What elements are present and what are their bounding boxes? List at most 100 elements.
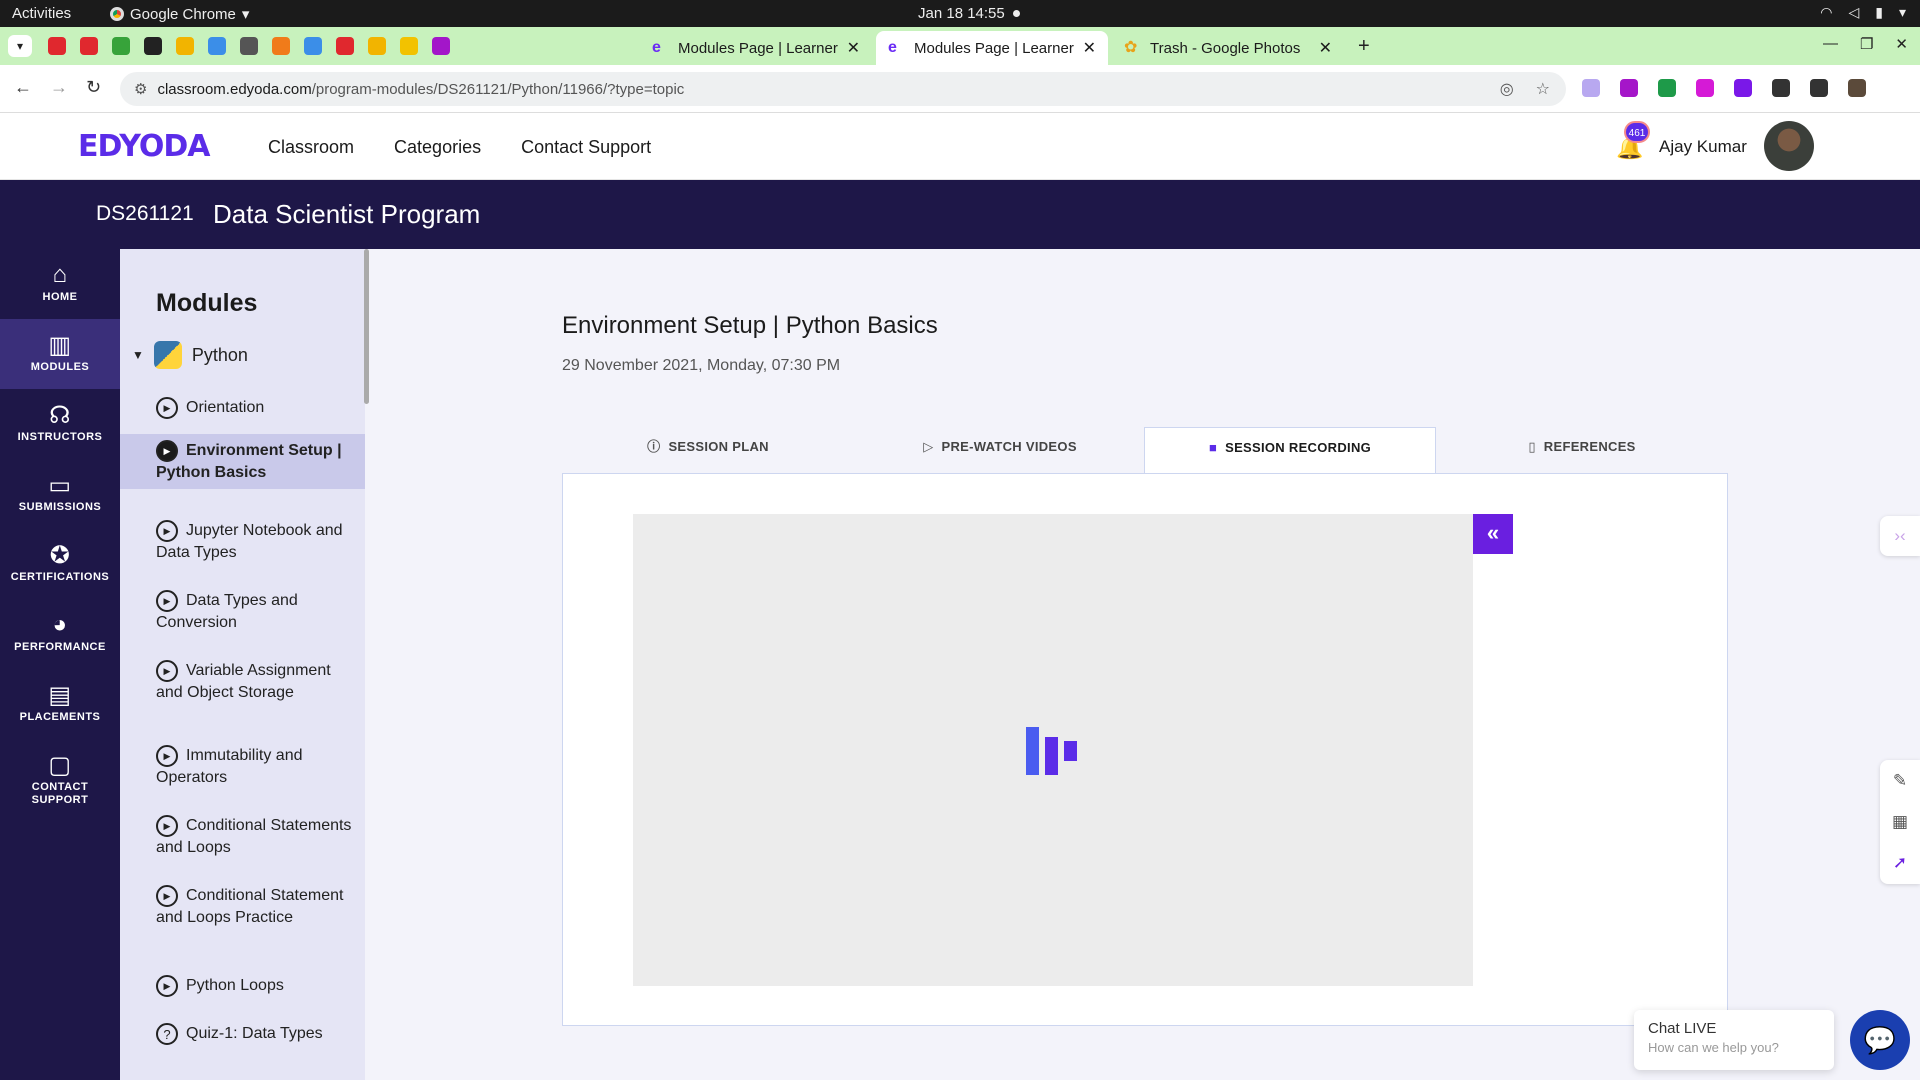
site-info-icon[interactable]: ⚙ (134, 80, 147, 98)
notification-dot-icon (1012, 10, 1020, 17)
volume-icon: ◁ (1848, 4, 1860, 20)
collapse-panel-button[interactable]: « (1473, 514, 1513, 554)
close-icon[interactable]: ✕ (1319, 38, 1332, 58)
pinned-tab-favicon-icon[interactable] (272, 37, 290, 55)
sidebar-item-performance[interactable]: ◕ PERFORMANCE (0, 599, 120, 669)
user-name[interactable]: Ajay Kumar (1659, 137, 1747, 157)
extension-icon[interactable] (1582, 79, 1600, 97)
edyoda-logo[interactable]: EDYODA (78, 129, 210, 164)
play-circle-icon: ▶ (156, 815, 178, 837)
sidebar-item-contact[interactable]: ▢ CONTACT SUPPORT (0, 739, 120, 809)
extension-icon[interactable] (1658, 79, 1676, 97)
address-bar[interactable]: ⚙ classroom.edyoda.com/program-modules/D… (120, 72, 1566, 106)
app-menu[interactable]: Google Chrome ▾ (110, 5, 249, 23)
extension-icon[interactable] (1848, 79, 1866, 97)
clock[interactable]: Jan 18 14:55 (918, 5, 1020, 22)
module-item[interactable]: ▶ Jupyter Notebook and Data Types (120, 514, 365, 569)
loading-spinner-icon (1026, 727, 1080, 775)
module-item[interactable]: ▶ Variable Assignment and Object Storage (120, 654, 365, 709)
pinned-tab-favicon-icon[interactable] (432, 37, 450, 55)
module-item[interactable]: ▶ Conditional Statements and Loops (120, 809, 365, 864)
module-item[interactable]: ? Quiz-1: Data Types (120, 1017, 365, 1051)
pinned-tab-favicon-icon[interactable] (400, 37, 418, 55)
sidebar-item-certifications[interactable]: ✪ CERTIFICATIONS (0, 529, 120, 599)
module-item[interactable]: ▶ Immutability and Operators (120, 739, 365, 794)
browser-tab-active[interactable]: e Modules Page | Learner ✕ (876, 31, 1108, 65)
extension-icon[interactable] (1734, 79, 1752, 97)
tab-session-recording[interactable]: ■ SESSION RECORDING (1144, 427, 1436, 473)
extension-icon[interactable] (1772, 79, 1790, 97)
module-item-label: Orientation (186, 399, 265, 417)
pinned-tab-favicon-icon[interactable] (240, 37, 258, 55)
pinned-tab-favicon-icon[interactable] (304, 37, 322, 55)
pinned-tab-favicon-icon[interactable] (208, 37, 226, 55)
module-item[interactable]: ▶ Orientation (120, 391, 365, 425)
sidebar-item-modules[interactable]: ▥ MODULES (0, 319, 120, 389)
module-item-label: Quiz-1: Data Types (186, 1025, 323, 1043)
home-icon: ⌂ (52, 261, 68, 288)
browser-toolbar: ← → ↻ ⚙ classroom.edyoda.com/program-mod… (0, 65, 1920, 113)
rocket-icon[interactable]: ➚ (1880, 842, 1920, 884)
extension-icon[interactable] (1810, 79, 1828, 97)
browser-tab[interactable]: e Modules Page | Learner ✕ (640, 31, 872, 65)
sidebar-item-submissions[interactable]: ▭ SUBMISSIONS (0, 459, 120, 529)
activities-button[interactable]: Activities (12, 5, 71, 22)
calendar-settings-icon[interactable]: ▦ (1880, 802, 1920, 842)
tab-references[interactable]: ▯ REFERENCES (1436, 427, 1728, 473)
chat-live-widget[interactable]: Chat LIVE How can we help you? (1634, 1010, 1834, 1070)
avatar[interactable] (1764, 121, 1814, 171)
pinned-tab-favicon-icon[interactable] (144, 37, 162, 55)
back-arrow-icon[interactable]: ← (14, 77, 32, 98)
pinned-tab-favicon-icon[interactable] (48, 37, 66, 55)
notification-badge: 461 (1624, 121, 1650, 143)
close-icon[interactable]: ✕ (847, 38, 860, 58)
pinned-tab-favicon-icon[interactable] (80, 37, 98, 55)
extension-icon[interactable] (1620, 79, 1638, 97)
extension-icon[interactable] (1696, 79, 1714, 97)
pinned-tab-favicon-icon[interactable] (176, 37, 194, 55)
system-tray[interactable]: ◠ ◁ ▮ ▾ (1820, 4, 1906, 21)
nav-contact-support[interactable]: Contact Support (521, 137, 651, 158)
pinned-tab-favicon-icon[interactable] (112, 37, 130, 55)
pinned-tab-favicon-icon[interactable] (336, 37, 354, 55)
forward-arrow-icon[interactable]: → (50, 77, 68, 98)
extensions-area (1582, 79, 1866, 97)
module-item[interactable]: ▶ Conditional Statement and Loops Practic… (120, 879, 365, 934)
new-tab-button[interactable]: + (1358, 35, 1370, 58)
nav-categories[interactable]: Categories (394, 137, 481, 158)
chat-bubble-icon[interactable]: 💬 (1850, 1010, 1910, 1070)
tab-session-plan[interactable]: ⓘ SESSION PLAN (562, 427, 854, 473)
pinned-tabs (48, 37, 450, 55)
tab-label: PRE-WATCH VIDEOS (941, 439, 1077, 454)
browser-tab-strip: ▾ e Modules Page | Learner ✕ e Modules P… (0, 27, 1920, 65)
edit-icon[interactable]: ✎ (1880, 760, 1920, 802)
pinned-tab-favicon-icon[interactable] (368, 37, 386, 55)
module-item[interactable]: ▶ Data Types and Conversion (120, 584, 365, 639)
bookmark-star-icon[interactable]: ☆ (1536, 79, 1550, 99)
video-player[interactable] (633, 514, 1473, 986)
nav-classroom[interactable]: Classroom (268, 137, 354, 158)
window-close-icon[interactable]: ✕ (1895, 35, 1908, 53)
close-icon[interactable]: ✕ (1083, 38, 1096, 58)
module-item-label: Immutability and Operators (156, 747, 303, 786)
tab-search-button[interactable]: ▾ (8, 35, 32, 57)
modules-panel: Modules ▼ Python ▶ Orientation ▶ Environmen… (120, 249, 365, 1080)
sidebar-item-instructors[interactable]: ☊ INSTRUCTORS (0, 389, 120, 459)
tab-label: REFERENCES (1543, 439, 1636, 454)
browser-tab[interactable]: ✿ Trash - Google Photos ✕ (1112, 31, 1344, 65)
module-item[interactable]: ▶ Environment Setup | Python Basics (120, 434, 365, 489)
module-item[interactable]: ▶ Python Loops (120, 969, 365, 1003)
sidebar-item-placements[interactable]: ▤ PLACEMENTS (0, 669, 120, 739)
restore-icon[interactable]: ❐ (1860, 35, 1873, 53)
clock-text: Jan 18 14:55 (918, 5, 1005, 22)
module-group-python[interactable]: ▼ Python (132, 341, 248, 369)
page-title: Data Scientist Program (213, 199, 481, 229)
tab-pre-watch-videos[interactable]: ▷ PRE-WATCH VIDEOS (854, 427, 1146, 473)
reload-icon[interactable]: ↻ (86, 77, 101, 98)
floating-expand-icon[interactable]: ›‹ (1880, 516, 1920, 556)
modules-icon: ▥ (48, 332, 72, 359)
tab-title: Modules Page | Learner (914, 39, 1074, 57)
minimize-icon[interactable]: — (1823, 35, 1838, 53)
sidebar-item-home[interactable]: ⌂ HOME (0, 249, 120, 319)
eye-off-icon[interactable]: ◎ (1500, 79, 1514, 99)
